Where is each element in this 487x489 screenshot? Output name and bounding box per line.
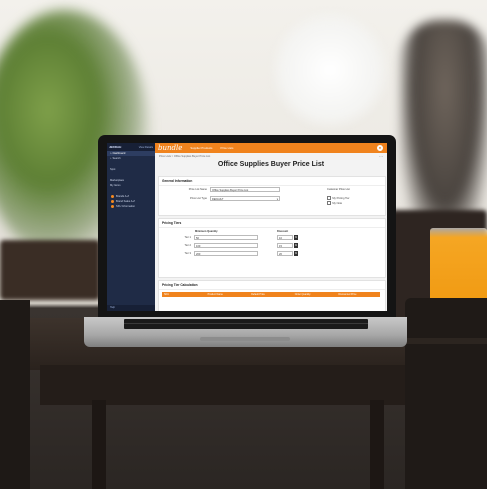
top-bar: bundle Supplier Products Price Lists ● <box>155 143 387 153</box>
checkbox-label: My Note <box>332 201 343 205</box>
table-column-header: Product Name <box>207 293 223 296</box>
table-column-header: Discounted Price <box>338 293 357 296</box>
checkbox-label: My Pricing Tier <box>332 196 350 200</box>
chair-slat <box>405 338 487 344</box>
laptop-keyboard <box>124 319 368 329</box>
sidebar-logo: JEDDAH <box>109 145 122 149</box>
customer-price-list-label: Customer Price List <box>327 188 350 191</box>
blurred-lamp <box>270 10 390 130</box>
checkbox-icon <box>327 196 332 201</box>
sidebar-item-label: Spot <box>110 168 116 171</box>
checkbox-pricing-tier[interactable]: My Pricing Tier <box>327 196 350 201</box>
select-value: DEFAULT <box>212 198 224 201</box>
favorite-label: SKU Information <box>116 205 136 208</box>
foreground-chair-left <box>0 300 30 489</box>
pricing-tiers-card: Pricing Tiers Minimum Quantity Discount … <box>158 218 386 278</box>
user-avatar-icon[interactable]: ● <box>377 145 383 151</box>
price-list-name-input[interactable]: Office Supplies Buyer Price List <box>210 187 280 192</box>
tier-quantity-input[interactable]: 200 <box>194 251 258 256</box>
calculation-table-header: SKU Product Name Default Price Order Qua… <box>162 292 380 297</box>
more-options-icon[interactable]: ⋯ <box>379 154 383 159</box>
favorite-dot-icon <box>111 205 114 208</box>
tier-label: Tier 2 <box>184 244 191 247</box>
price-list-name-label: Price List Name <box>188 188 207 191</box>
cafe-photo-background: JEDDAH View Details ⌂ Dashboard ⌕ Search S… <box>0 0 487 489</box>
top-menu-price-lists[interactable]: Price Lists <box>220 146 233 150</box>
tier-label: Tier 1 <box>184 236 191 239</box>
favorite-label: Brands A-Z <box>116 195 129 198</box>
sidebar-item-label: Dashboard <box>112 152 126 155</box>
page-title: Office Supplies Buyer Price List <box>217 161 325 168</box>
top-menu-supplier-products[interactable]: Supplier Products <box>190 146 212 150</box>
orange-juice-glass <box>430 228 487 306</box>
favorite-item[interactable]: SKU Information <box>107 204 155 209</box>
favorite-dot-icon <box>111 195 114 198</box>
checkbox-note[interactable]: My Note <box>327 201 343 206</box>
discount-stepper-icon[interactable]: % <box>294 251 298 256</box>
checkbox-icon <box>327 201 332 206</box>
table-leg <box>370 400 384 489</box>
chevron-down-icon: ▾ <box>276 198 278 201</box>
section-heading: Pricing Tiers <box>159 219 385 228</box>
laptop-lip <box>200 337 290 341</box>
favorite-dot-icon <box>111 200 114 203</box>
sidebar-header: JEDDAH View Details <box>107 143 155 151</box>
section-heading: General Information <box>159 177 385 186</box>
table-column-header: Default Price <box>251 293 265 296</box>
breadcrumb[interactable]: Price Lists > Office Supplies Buyer Pric… <box>159 155 210 158</box>
search-icon: ⌕ <box>110 157 112 160</box>
discount-stepper-icon[interactable]: % <box>294 243 298 248</box>
tier-discount-input[interactable]: 10 <box>277 235 293 240</box>
price-list-type-label: Price List Type <box>190 197 207 200</box>
favorite-label: Brand Sales A-Z <box>116 200 135 203</box>
sidebar: JEDDAH View Details ⌂ Dashboard ⌕ Search S… <box>107 143 155 311</box>
home-icon: ⌂ <box>110 152 112 155</box>
table-column-header: Order Quantity <box>294 293 311 296</box>
column-minimum-quantity: Minimum Quantity <box>195 230 218 233</box>
sidebar-footer[interactable]: Help <box>107 305 155 311</box>
table-apron <box>40 365 450 405</box>
sidebar-item-label: Search <box>112 157 121 160</box>
tier-discount-input[interactable]: 15 <box>277 243 293 248</box>
brand-logo[interactable]: bundle <box>155 144 182 152</box>
table-column-header: SKU <box>164 293 169 296</box>
tier-quantity-input[interactable]: 50 <box>194 235 258 240</box>
background-chair-left <box>0 240 100 300</box>
general-information-card: General Information Price List Name Offi… <box>158 176 386 216</box>
section-heading: Pricing Tier Calculation <box>159 281 385 290</box>
sidebar-item-label: Marketplace <box>110 179 125 182</box>
tier-label: Tier 3 <box>184 252 191 255</box>
sidebar-top-link[interactable]: View Details <box>139 146 153 149</box>
price-list-type-select[interactable]: DEFAULT ▾ <box>210 196 280 201</box>
discount-stepper-icon[interactable]: % <box>294 235 298 240</box>
column-discount: Discount <box>277 230 289 233</box>
sidebar-item-label: My Items <box>110 184 121 187</box>
laptop-screen: JEDDAH View Details ⌂ Dashboard ⌕ Search S… <box>107 143 387 311</box>
pricing-tier-calculation-card: Pricing Tier Calculation SKU Product Nam… <box>158 280 386 311</box>
table-leg <box>92 400 106 489</box>
foreground-chair-right <box>405 298 487 489</box>
tier-discount-input[interactable]: 20 <box>277 251 293 256</box>
tier-quantity-input[interactable]: 100 <box>194 243 258 248</box>
